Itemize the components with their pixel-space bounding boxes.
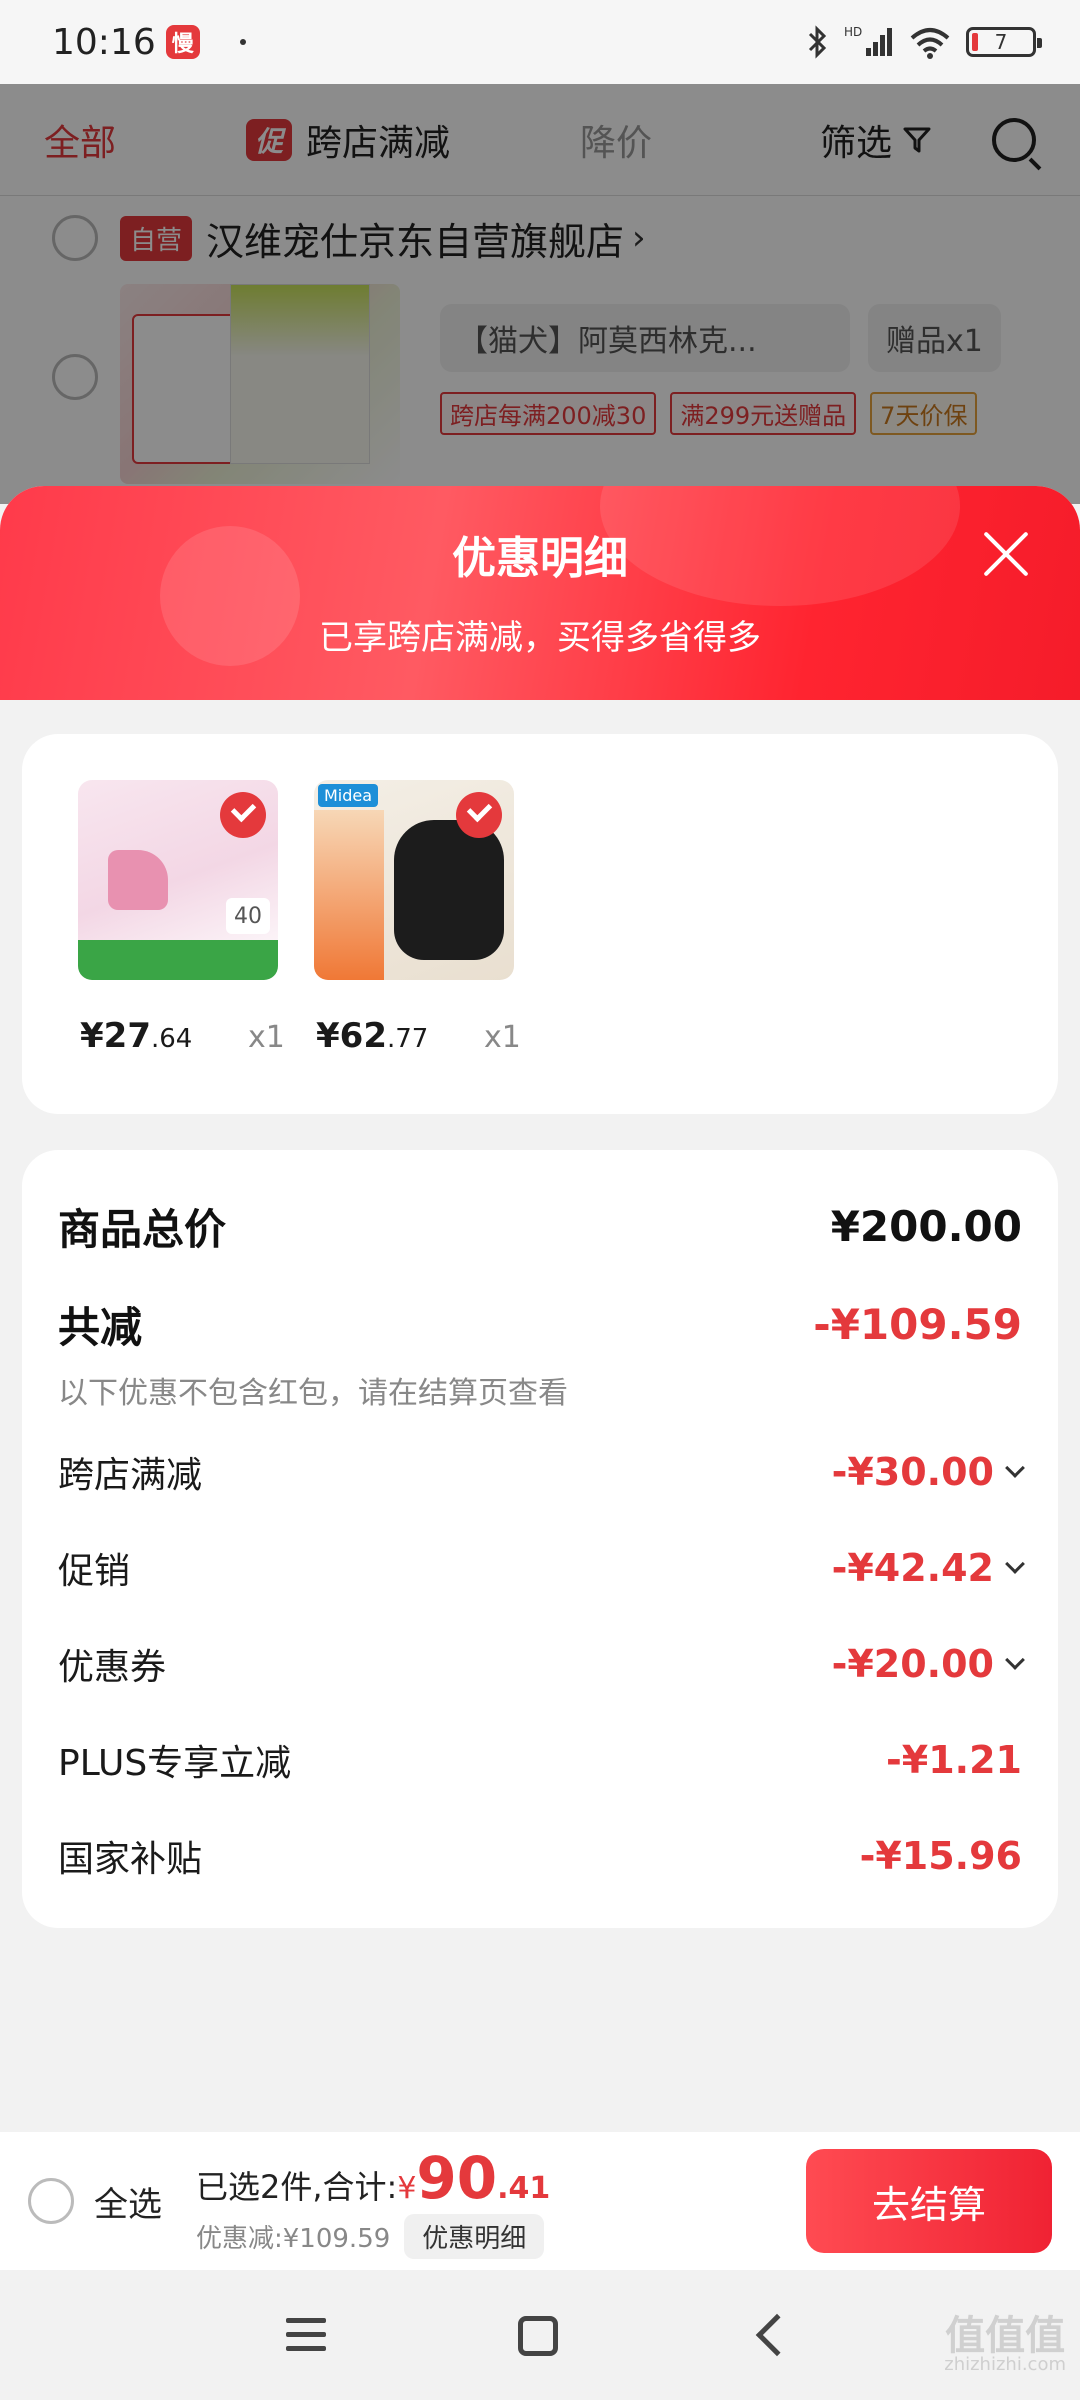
- summary-reduce-row: 共减 -¥109.59: [58, 1294, 1022, 1355]
- discount-line-label: 促销: [58, 1551, 131, 1592]
- status-bar: 10:16 慢 HD 7: [0, 0, 1080, 84]
- order-discount: 优惠减:¥109.59 优惠明细: [196, 2213, 550, 2259]
- status-icons: HD 7: [806, 24, 1042, 60]
- discount-line-value: -¥15.96: [859, 1834, 1022, 1878]
- watermark-logo: 值值值 zhizhizhi.com: [944, 2316, 1066, 2374]
- item-image-poster: [314, 810, 384, 980]
- sheet-title: 优惠明细: [452, 533, 628, 584]
- item-image-graphic: [108, 850, 168, 910]
- item-price-dec: .64: [150, 1024, 193, 1054]
- selected-count-text: 已选2件,合计:: [196, 2167, 398, 2206]
- checkmark-icon[interactable]: [220, 792, 266, 838]
- home-icon[interactable]: [518, 2316, 558, 2356]
- discount-line-label: 跨店满减: [58, 1455, 203, 1496]
- item-quantity: x1: [248, 1020, 285, 1055]
- order-summary: 已选2件,合计: ¥ 90 .41 优惠减:¥109.59 优惠明细: [196, 2144, 550, 2259]
- item-image-graphic: [394, 820, 504, 960]
- reduce-label: 共减: [58, 1303, 143, 1352]
- checkmark-icon[interactable]: [456, 792, 502, 838]
- sheet-header: 优惠明细 已享跨店满减，买得多省得多: [0, 486, 1080, 700]
- item-image[interactable]: 40: [78, 780, 278, 980]
- discount-line-value: -¥30.00: [831, 1450, 1025, 1494]
- discount-line-value: -¥1.21: [886, 1738, 1022, 1782]
- discount-note: 以下优惠不包含红包，请在结算页查看: [58, 1376, 568, 1411]
- discount-line-label: PLUS专享立减: [58, 1743, 292, 1784]
- battery-icon: 7: [966, 27, 1042, 57]
- item-price-dec: .77: [386, 1024, 429, 1054]
- discount-line-label: 国家补贴: [58, 1839, 203, 1880]
- total-int: 90: [416, 2143, 498, 2212]
- battery-percent: 7: [994, 30, 1008, 54]
- notification-dot-icon: [239, 39, 246, 45]
- discount-line-promotion[interactable]: 促销 -¥42.42: [58, 1542, 1025, 1594]
- checkout-button[interactable]: 去结算: [806, 2149, 1052, 2253]
- discount-line-amount: -¥42.42: [831, 1546, 994, 1590]
- sheet-subtitle: 已享跨店满减，买得多省得多: [319, 618, 761, 658]
- price-summary-card: 商品总价 ¥200.00 共减 -¥109.59 以下优惠不包含红包，请在结算页…: [22, 1150, 1058, 1928]
- battery-level: [972, 33, 978, 51]
- item-price-int: ¥27: [80, 1016, 151, 1056]
- system-nav-bar: [0, 2270, 1080, 2400]
- modal-overlay[interactable]: [0, 84, 1080, 504]
- chevron-down-icon[interactable]: [1005, 1458, 1025, 1478]
- total-value: ¥200.00: [830, 1202, 1022, 1251]
- discount-line-subsidy: 国家补贴 -¥15.96: [58, 1830, 1022, 1882]
- watermark-sub: zhizhizhi.com: [944, 2354, 1066, 2375]
- item-image-promo-strip: [78, 940, 278, 980]
- bluetooth-icon: [808, 25, 827, 59]
- item-price: ¥27.64: [80, 1016, 192, 1056]
- total-currency: ¥: [397, 2170, 417, 2206]
- svg-text:HD: HD: [844, 25, 862, 39]
- total-label: 商品总价: [58, 1205, 227, 1254]
- menu-icon[interactable]: [286, 2318, 326, 2360]
- chevron-down-icon[interactable]: [1005, 1554, 1025, 1574]
- discount-line-amount: -¥20.00: [831, 1642, 994, 1686]
- item-image-count-badge: 40: [226, 898, 270, 934]
- wifi-icon: [910, 28, 950, 59]
- discount-line-value: -¥42.42: [831, 1546, 1025, 1590]
- reduce-value: -¥109.59: [813, 1300, 1022, 1349]
- status-time: 10:16: [52, 21, 156, 63]
- order-total: 已选2件,合计: ¥ 90 .41: [196, 2144, 550, 2212]
- watermark-main: 值值值: [945, 2313, 1066, 2359]
- selected-items-card: 40 ¥27.64 x1 Midea ¥62.77 x1: [22, 734, 1058, 1114]
- discount-line-coupon[interactable]: 优惠券 -¥20.00: [58, 1638, 1025, 1690]
- total-dec: .41: [497, 2170, 551, 2206]
- selected-item[interactable]: Midea ¥62.77 x1: [314, 780, 521, 1056]
- select-all-label[interactable]: 全选: [94, 2177, 162, 2226]
- brand-logo: Midea: [318, 784, 379, 807]
- item-image[interactable]: Midea: [314, 780, 514, 980]
- discount-line-cross-store[interactable]: 跨店满减 -¥30.00: [58, 1446, 1025, 1498]
- select-all-radio[interactable]: [28, 2178, 74, 2224]
- summary-total-row: 商品总价 ¥200.00: [58, 1196, 1022, 1257]
- discount-line-plus: PLUS专享立减 -¥1.21: [58, 1734, 1022, 1786]
- discount-total-text: 优惠减:¥109.59: [196, 2223, 391, 2254]
- discount-line-value: -¥20.00: [831, 1642, 1025, 1686]
- close-icon[interactable]: [980, 528, 1032, 580]
- item-price: ¥62.77: [316, 1016, 428, 1056]
- checkout-bar: 全选 已选2件,合计: ¥ 90 .41 优惠减:¥109.59 优惠明细 去结…: [0, 2132, 1080, 2270]
- app-notification-icon: 慢: [165, 25, 200, 59]
- selected-item[interactable]: 40 ¥27.64 x1: [78, 780, 285, 1056]
- back-icon[interactable]: [755, 2313, 799, 2357]
- discount-detail-button[interactable]: 优惠明细: [404, 2213, 545, 2259]
- discount-detail-sheet: 优惠明细 已享跨店满减，买得多省得多 40 ¥27.64 x1 Midea ¥6…: [0, 486, 1080, 2400]
- discount-line-amount: -¥30.00: [831, 1450, 994, 1494]
- item-price-int: ¥62: [316, 1016, 387, 1056]
- signal-hd-icon: HD: [844, 25, 892, 56]
- item-quantity: x1: [484, 1020, 521, 1055]
- discount-line-label: 优惠券: [58, 1647, 167, 1688]
- chevron-down-icon[interactable]: [1005, 1650, 1025, 1670]
